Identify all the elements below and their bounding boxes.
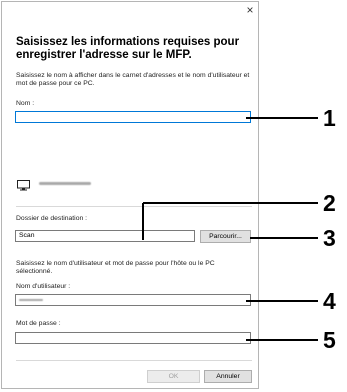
callout-lines (142, 117, 318, 341)
callout-1: 1 (323, 105, 336, 131)
callout-2: 2 (323, 190, 336, 216)
callout-4: 4 (323, 288, 336, 314)
callout-3: 3 (323, 225, 336, 251)
callout-5: 5 (323, 327, 336, 353)
